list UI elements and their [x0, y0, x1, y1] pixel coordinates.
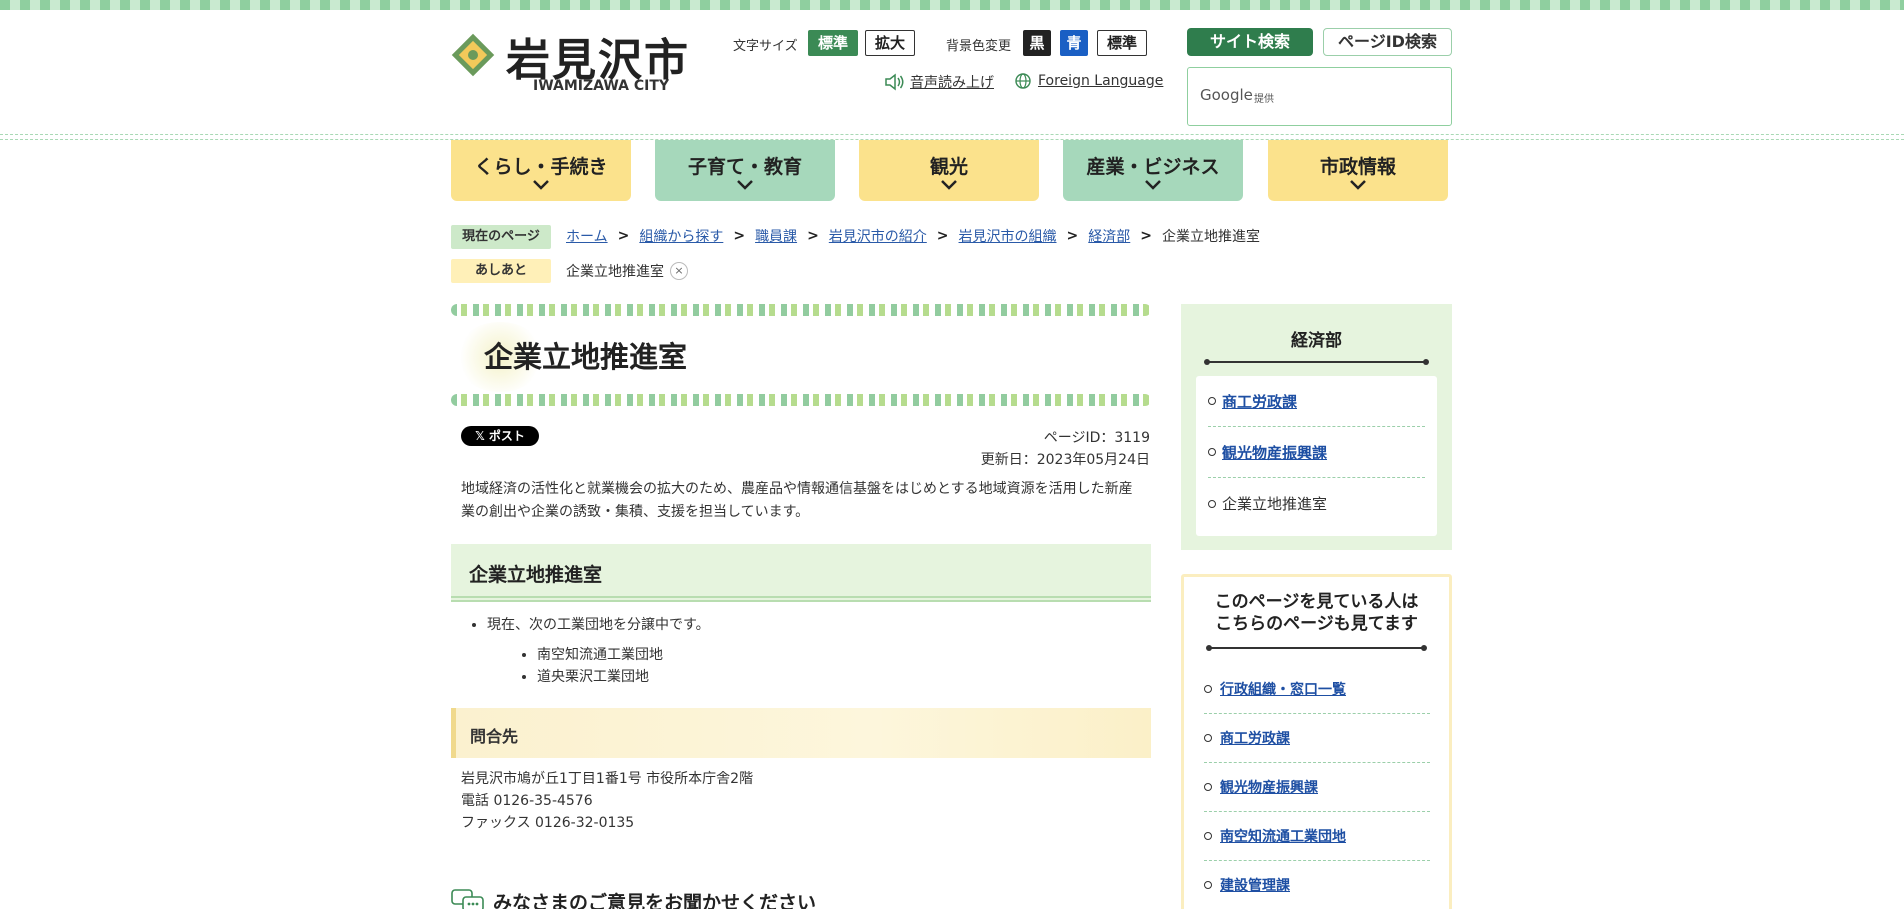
- gnav-label: くらし・手続き: [474, 156, 608, 178]
- bg-blue-button[interactable]: 青: [1060, 30, 1088, 56]
- sidebar-item-label[interactable]: 商工労政課: [1222, 391, 1297, 412]
- foreign-language-link[interactable]: Foreign Language: [1014, 72, 1163, 90]
- related-item-link[interactable]: 南空知流通工業団地: [1220, 826, 1346, 846]
- gnav-label: 子育て・教育: [687, 156, 802, 178]
- ashiato-badge: あしあと: [451, 259, 551, 283]
- contact-address: 岩見沢市鳩が丘1丁目1番1号 市役所本庁舎2階: [461, 771, 754, 787]
- site-search-tab[interactable]: サイト検索: [1187, 28, 1313, 56]
- current-page-badge: 現在のページ: [451, 225, 551, 249]
- contact-phone: 電話 0126-35-4576: [461, 793, 593, 809]
- vine-divider-bottom: [451, 394, 1151, 406]
- site-name-en: IWAMIZAWA CITY: [533, 78, 670, 94]
- sidebar-department: 経済部 商工労政課 観光物産振興課 企業立地推進室: [1181, 304, 1452, 550]
- gnav-label: 市政情報: [1319, 156, 1396, 178]
- gnav-city-info[interactable]: 市政情報: [1268, 140, 1448, 201]
- contact-info: 岩見沢市鳩が丘1丁目1番1号 市役所本庁舎2階 電話 0126-35-4576 …: [461, 768, 753, 834]
- gnav-living[interactable]: くらし・手続き: [451, 140, 631, 201]
- related-item[interactable]: 観光物産振興課: [1204, 763, 1430, 812]
- breadcrumb: ホーム > 組織から探す > 職員課 > 岩見沢市の紹介 > 岩見沢市の組織 > 経済部 >…: [566, 226, 1260, 246]
- breadcrumb-staff[interactable]: 職員課: [755, 226, 797, 246]
- contact-heading: 問合先: [451, 708, 1151, 758]
- lots-list: 現在、次の工業団地を分譲中です。: [487, 614, 710, 634]
- sidebar-related-title: このページを見ている人は こちらのページも見てます: [1184, 591, 1449, 635]
- breadcrumb-current: 企業立地推進室: [1162, 229, 1260, 245]
- related-item[interactable]: 建設管理課: [1204, 861, 1430, 909]
- vine-divider-top: [451, 304, 1151, 316]
- font-size-label: 文字サイズ: [733, 39, 798, 54]
- feedback-heading: みなさまのご意見をお聞かせください: [493, 892, 817, 909]
- divider: [1206, 645, 1427, 651]
- ashiato-list: 企業立地推進室 ×: [566, 261, 688, 281]
- page-title: 企業立地推進室: [484, 340, 688, 374]
- breadcrumb-city-org[interactable]: 岩見沢市の組織: [959, 226, 1057, 246]
- industrial-park-list: 南空知流通工業団地 道央栗沢工業団地: [537, 644, 663, 688]
- related-item-link[interactable]: 建設管理課: [1220, 875, 1290, 895]
- foreign-language-label: Foreign Language: [1038, 73, 1164, 89]
- gnav-label: 産業・ビジネス: [1086, 156, 1220, 178]
- chevron-down-icon: [941, 180, 957, 190]
- chevron-down-icon: [533, 180, 549, 190]
- related-item-link[interactable]: 商工労政課: [1220, 728, 1290, 748]
- feedback-section: みなさまのご意見をお聞かせください: [451, 888, 816, 909]
- gnav-childcare[interactable]: 子育て・教育: [655, 140, 835, 201]
- list-item: 現在、次の工業団地を分譲中です。: [487, 614, 710, 634]
- read-aloud-link[interactable]: 音声読み上げ: [884, 72, 994, 92]
- list-item: 道央栗沢工業団地: [537, 666, 663, 688]
- section-heading: 企業立地推進室: [451, 544, 1151, 602]
- sidebar-dept-title: 経済部: [1291, 331, 1342, 351]
- speech-bubble-icon: [451, 888, 484, 909]
- bg-black-button[interactable]: 黒: [1023, 30, 1051, 56]
- x-post-button[interactable]: 𝕏 ポスト: [461, 426, 539, 446]
- chevron-down-icon: [1350, 180, 1366, 190]
- provided-label: 提供: [1254, 94, 1274, 105]
- page-id: ページID：3119: [1043, 430, 1150, 446]
- close-icon[interactable]: ×: [670, 262, 688, 280]
- gnav-tourism[interactable]: 観光: [859, 140, 1039, 201]
- related-title-line2: こちらのページも見てます: [1215, 614, 1418, 634]
- search-input[interactable]: Google 提供: [1187, 67, 1452, 126]
- sidebar-dept-list: 商工労政課 観光物産振興課 企業立地推進室: [1196, 376, 1437, 536]
- section-heading-text: 企業立地推進室: [469, 564, 603, 586]
- font-size-large-button[interactable]: 拡大: [865, 30, 915, 56]
- city-emblem-icon: [451, 33, 495, 77]
- sidebar-item-commerce[interactable]: 商工労政課: [1208, 376, 1425, 427]
- globe-icon: [1015, 73, 1031, 89]
- page-id-search-tab[interactable]: ページID検索: [1323, 28, 1452, 56]
- google-label: Google: [1200, 86, 1253, 104]
- contact-fax: ファックス 0126-32-0135: [461, 815, 635, 831]
- related-item-link[interactable]: 行政組織・窓口一覧: [1220, 679, 1346, 699]
- gnav-label: 観光: [929, 156, 968, 178]
- ashiato-item[interactable]: 企業立地推進室: [566, 261, 664, 281]
- breadcrumb-economy[interactable]: 経済部: [1088, 226, 1130, 246]
- divider: [1204, 359, 1429, 365]
- sidebar-item-tourism[interactable]: 観光物産振興課: [1208, 427, 1425, 478]
- related-item[interactable]: 行政組織・窓口一覧: [1204, 665, 1430, 714]
- sidebar-item-label: 企業立地推進室: [1222, 495, 1328, 513]
- sidebar-related: このページを見ている人は こちらのページも見てます 行政組織・窓口一覧 商工労政…: [1181, 574, 1452, 909]
- chevron-down-icon: [1145, 180, 1161, 190]
- related-item-link[interactable]: 観光物産振興課: [1220, 777, 1318, 797]
- top-decorative-stripe: [0, 0, 1904, 10]
- contact-heading-text: 問合先: [470, 727, 519, 746]
- sidebar-item-label[interactable]: 観光物産振興課: [1222, 442, 1327, 463]
- read-aloud-label: 音声読み上げ: [910, 75, 994, 91]
- related-title-line1: このページを見ている人は: [1214, 592, 1419, 612]
- related-item[interactable]: 南空知流通工業団地: [1204, 812, 1430, 861]
- related-item[interactable]: 商工労政課: [1204, 714, 1430, 763]
- font-size-standard-button[interactable]: 標準: [808, 30, 858, 56]
- breadcrumb-by-org[interactable]: 組織から探す: [639, 226, 723, 246]
- speaker-icon: [885, 73, 904, 91]
- bg-color-label: 背景色変更: [946, 39, 1012, 54]
- gnav-business[interactable]: 産業・ビジネス: [1063, 140, 1243, 201]
- breadcrumb-city-intro[interactable]: 岩見沢市の紹介: [829, 226, 927, 246]
- list-item: 南空知流通工業団地: [537, 644, 663, 666]
- chevron-down-icon: [737, 180, 753, 190]
- breadcrumb-home[interactable]: ホーム: [566, 226, 608, 246]
- updated-date: 更新日：2023年05月24日: [980, 452, 1150, 468]
- site-logo[interactable]: 岩見沢市 IWAMIZAWA CITY: [450, 24, 688, 94]
- bg-standard-button[interactable]: 標準: [1097, 30, 1147, 56]
- sidebar-item-current: 企業立地推進室: [1208, 478, 1425, 529]
- lead-text: 地域経済の活性化と就業機会の拡大のため、農産品や情報通信基盤をはじめとする地域資…: [461, 481, 1133, 520]
